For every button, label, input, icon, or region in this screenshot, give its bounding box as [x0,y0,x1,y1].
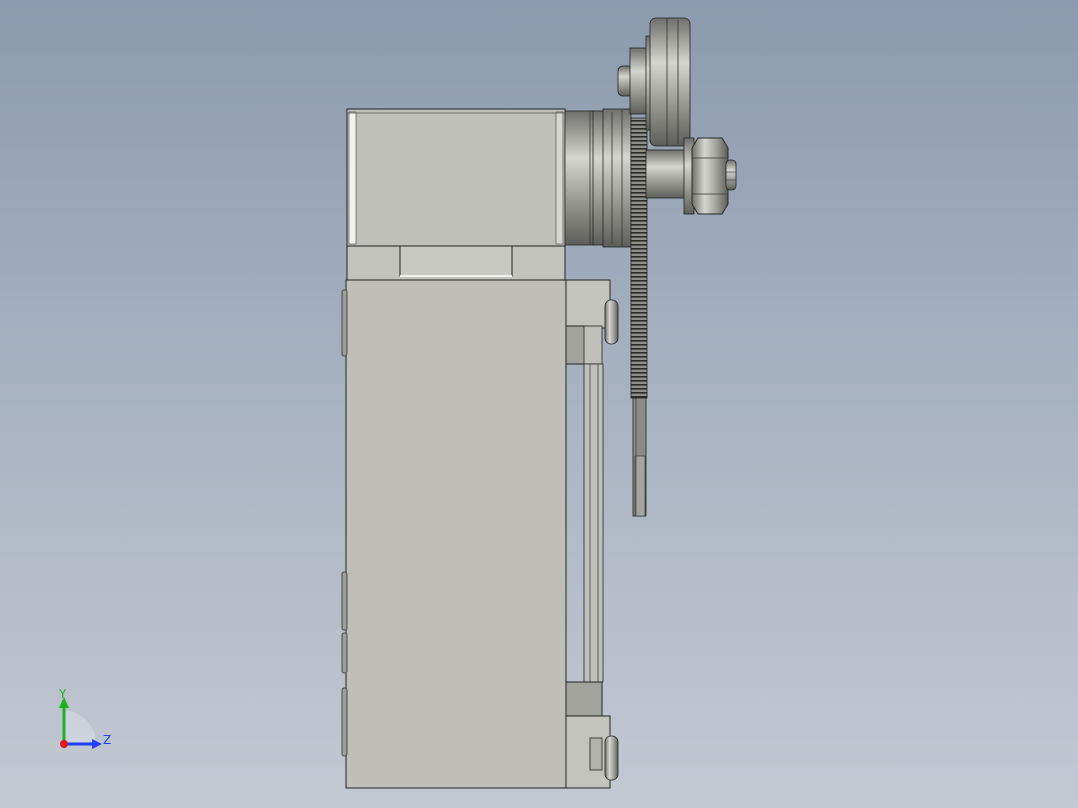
graphics-viewport[interactable]: Y Z [0,0,1078,808]
model-3d-view[interactable] [0,0,1078,808]
coordinate-triad: Y Z [58,687,111,749]
side-cover[interactable] [565,279,619,789]
switch-body[interactable] [341,279,567,789]
x-axis-dot [60,740,68,748]
z-axis-label: Z [103,733,111,747]
y-axis-label: Y [58,687,67,701]
switch-head[interactable] [346,108,566,281]
pivot-bolt-nut[interactable] [645,137,737,215]
lever-arm[interactable] [630,117,648,517]
actuator-shaft[interactable] [564,108,632,248]
triad-arc [64,710,97,744]
z-axis-arrowhead [92,739,102,749]
